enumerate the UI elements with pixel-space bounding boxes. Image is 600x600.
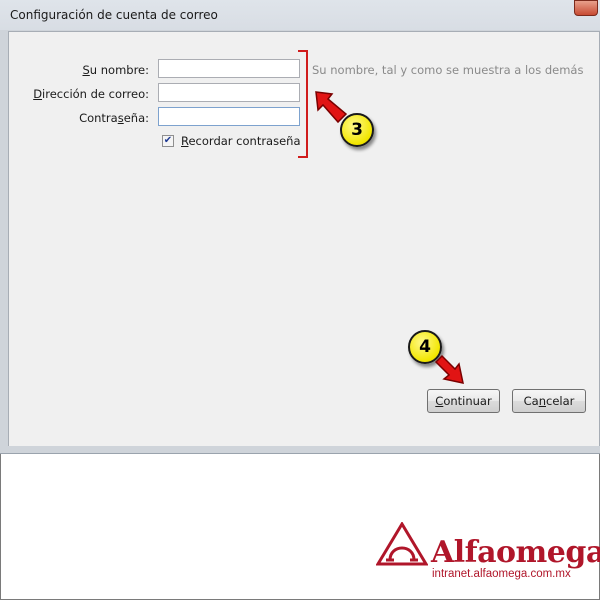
remember-label-text: ecordar contraseña xyxy=(188,134,301,148)
cancel-button[interactable]: Cancelar xyxy=(512,389,586,413)
alfaomega-logo-icon xyxy=(376,522,428,566)
password-input[interactable] xyxy=(158,107,300,126)
close-button[interactable] xyxy=(574,0,598,16)
annotation-bracket xyxy=(298,50,308,158)
name-input[interactable] xyxy=(158,59,300,78)
name-label: Su nombre: xyxy=(9,63,149,77)
continue-button[interactable]: Continuar xyxy=(427,389,500,413)
cancel-label-start: Ca xyxy=(523,394,539,408)
cancel-accelerator: n xyxy=(538,394,546,408)
remember-password-label[interactable]: Recordar contraseña xyxy=(181,134,301,148)
brand-url: intranet.alfaomega.com.mx xyxy=(432,568,571,580)
password-label: Contraseña: xyxy=(9,111,149,125)
remember-password-checkbox[interactable]: ✔ xyxy=(162,135,174,147)
brand-name: Alfaomega xyxy=(431,535,600,570)
name-hint: Su nombre, tal y como se muestra a los d… xyxy=(312,63,584,77)
cancel-label-end: celar xyxy=(546,394,575,408)
name-label-text: u nombre: xyxy=(89,63,149,77)
email-input[interactable] xyxy=(158,83,300,102)
step-3-callout: 3 xyxy=(340,113,374,147)
title-bar: Configuración de cuenta de correo xyxy=(0,0,600,30)
password-label-text-end: eña: xyxy=(123,111,149,125)
email-label: Dirección de correo: xyxy=(9,87,149,101)
email-label-text: irección de correo: xyxy=(42,87,149,101)
password-label-text-start: Contra xyxy=(79,111,118,125)
arrow-step4-icon xyxy=(434,354,464,384)
continue-label: ontinuar xyxy=(443,394,492,408)
email-label-accelerator: D xyxy=(33,87,43,101)
name-label-accelerator: S xyxy=(82,63,90,77)
window-title: Configuración de cuenta de correo xyxy=(10,8,218,22)
